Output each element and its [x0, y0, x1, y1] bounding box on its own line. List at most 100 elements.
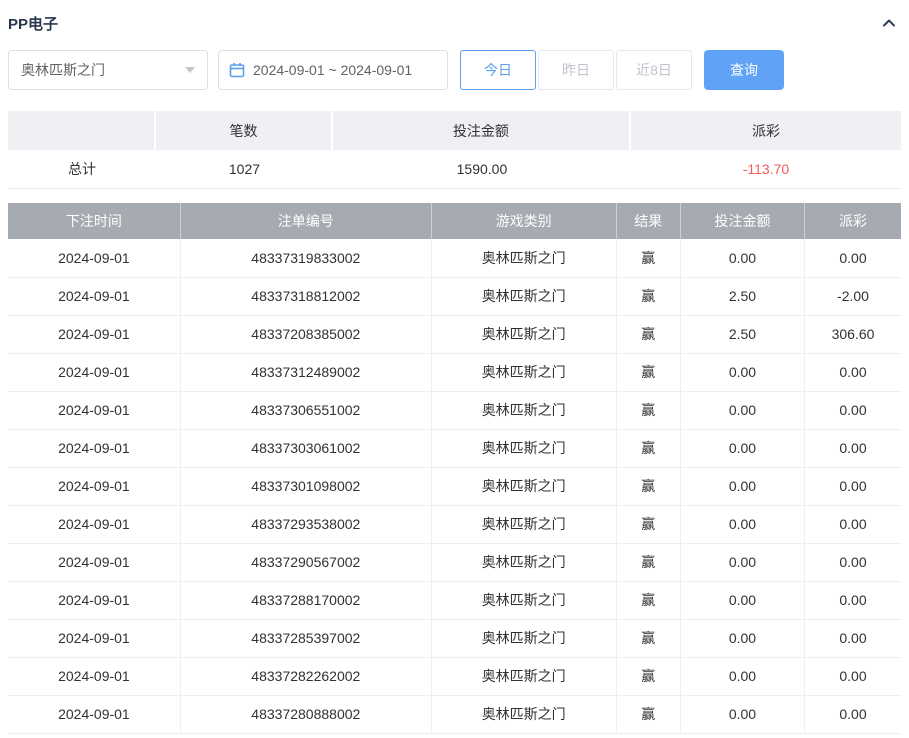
filter-bar: 奥林匹斯之门 2024-09-01 ~ 2024-09-01 今日 昨日 近8日…	[8, 50, 901, 90]
table-row: 2024-09-01 48337285397002 奥林匹斯之门赢 0.00 0.00	[8, 619, 901, 658]
table-row: 2024-09-01 48337319833002 奥林匹斯之门赢 0.00 0.00	[8, 239, 901, 278]
table-cell: 奥林匹斯之门	[431, 353, 617, 392]
summary-header-bet-amount: 投注金额	[332, 111, 631, 150]
table-cell: 48337288170002	[180, 581, 432, 620]
last-8-days-button[interactable]: 近8日	[616, 50, 692, 90]
table-cell: 奥林匹斯之门	[431, 315, 617, 354]
header-result: 结果	[616, 203, 681, 239]
summary-header-count: 笔数	[155, 111, 333, 150]
table-row: 2024-09-01 48337288170002 奥林匹斯之门赢 0.00 0.00	[8, 581, 901, 620]
table-cell: 2024-09-01	[8, 315, 181, 354]
table-row: 2024-09-01 48337293538002 奥林匹斯之门赢 0.00 0.00	[8, 505, 901, 544]
table-cell: 0.00	[680, 543, 806, 582]
table-cell: 赢	[616, 505, 681, 544]
table-cell: 0.00	[804, 543, 901, 582]
table-row: 2024-09-01 48337306551002 奥林匹斯之门赢 0.00 0.00	[8, 391, 901, 430]
table-cell: 0.00	[804, 581, 901, 620]
table-cell: 奥林匹斯之门	[431, 505, 617, 544]
table-cell: 奥林匹斯之门	[431, 619, 617, 658]
table-row: 2024-09-01 48337282262002 奥林匹斯之门赢 0.00 0.00	[8, 657, 901, 696]
table-cell: 2024-09-01	[8, 695, 181, 734]
table-cell: 0.00	[804, 467, 901, 506]
table-cell: 2.50	[680, 315, 806, 354]
table-cell: 赢	[616, 315, 681, 354]
table-row: 2024-09-01 48337208385002 奥林匹斯之门赢 2.50 306.6…	[8, 315, 901, 354]
table-cell: 赢	[616, 239, 681, 278]
table-cell: 赢	[616, 657, 681, 696]
table-cell: 48337312489002	[180, 353, 432, 392]
game-select-value: 奥林匹斯之门	[21, 62, 105, 78]
query-button[interactable]: 查询	[704, 50, 784, 90]
table-cell: 0.00	[804, 505, 901, 544]
table-cell: 奥林匹斯之门	[431, 657, 617, 696]
table-cell: 0.00	[680, 695, 806, 734]
panel-header: PP电子	[8, 0, 901, 46]
table-cell: 0.00	[680, 391, 806, 430]
date-range-value: 2024-09-01 ~ 2024-09-01	[253, 62, 413, 78]
table-cell: 48337208385002	[180, 315, 432, 354]
calendar-icon	[229, 62, 245, 78]
header-bet-time: 下注时间	[8, 203, 181, 239]
pp-electronic-panel: PP电子 奥林匹斯之门 2024-09-01 ~ 2024-09-01 今日 昨…	[0, 0, 909, 738]
yesterday-button[interactable]: 昨日	[538, 50, 614, 90]
table-cell: 赢	[616, 543, 681, 582]
table-cell: 0.00	[680, 429, 806, 468]
summary-header-empty	[8, 111, 156, 150]
table-cell: 0.00	[804, 239, 901, 278]
table-cell: 2024-09-01	[8, 505, 181, 544]
table-cell: 48337285397002	[180, 619, 432, 658]
table-cell: -2.00	[804, 277, 901, 316]
table-cell: 2024-09-01	[8, 581, 181, 620]
summary-count-value: 1027	[155, 150, 333, 189]
table-cell: 2024-09-01	[8, 277, 181, 316]
table-cell: 奥林匹斯之门	[431, 543, 617, 582]
summary-payout-value: -113.70	[630, 150, 901, 189]
table-cell: 2024-09-01	[8, 353, 181, 392]
bet-records-table: 下注时间 注单编号 游戏类别 结果 投注金额 派彩 2024-09-01 4833…	[8, 203, 901, 734]
table-row: 2024-09-01 48337301098002 奥林匹斯之门赢 0.00 0.00	[8, 467, 901, 506]
chevron-down-icon	[185, 67, 195, 73]
header-payout: 派彩	[804, 203, 901, 239]
table-row: 2024-09-01 48337303061002 奥林匹斯之门赢 0.00 0.00	[8, 429, 901, 468]
table-cell: 48337282262002	[180, 657, 432, 696]
table-cell: 0.00	[804, 657, 901, 696]
collapse-chevron-up-icon[interactable]	[877, 11, 901, 35]
table-cell: 奥林匹斯之门	[431, 277, 617, 316]
table-cell: 48337293538002	[180, 505, 432, 544]
table-cell: 48337319833002	[180, 239, 432, 278]
table-cell: 48337290567002	[180, 543, 432, 582]
summary-table: 笔数 投注金额 派彩 总计 1027 1590.00 -113.70	[8, 111, 901, 189]
table-cell: 0.00	[680, 657, 806, 696]
today-button[interactable]: 今日	[460, 50, 536, 90]
table-cell: 0.00	[680, 581, 806, 620]
table-cell: 2024-09-01	[8, 239, 181, 278]
table-cell: 赢	[616, 581, 681, 620]
table-cell: 奥林匹斯之门	[431, 695, 617, 734]
game-select[interactable]: 奥林匹斯之门	[8, 50, 208, 90]
table-row: 2024-09-01 48337318812002 奥林匹斯之门赢 2.50 -2.00	[8, 277, 901, 316]
summary-header-payout: 派彩	[630, 111, 901, 150]
summary-header-row: 笔数 投注金额 派彩	[8, 111, 901, 150]
table-cell: 306.60	[804, 315, 901, 354]
table-cell: 48337318812002	[180, 277, 432, 316]
table-cell: 0.00	[680, 239, 806, 278]
table-cell: 0.00	[804, 391, 901, 430]
table-cell: 赢	[616, 695, 681, 734]
date-range-picker[interactable]: 2024-09-01 ~ 2024-09-01	[218, 50, 448, 90]
table-cell: 0.00	[680, 505, 806, 544]
table-cell: 48337280888002	[180, 695, 432, 734]
table-cell: 0.00	[804, 619, 901, 658]
table-cell: 2024-09-01	[8, 391, 181, 430]
table-cell: 赢	[616, 429, 681, 468]
table-cell: 赢	[616, 353, 681, 392]
table-cell: 奥林匹斯之门	[431, 429, 617, 468]
table-cell: 2024-09-01	[8, 619, 181, 658]
table-row: 2024-09-01 48337312489002 奥林匹斯之门赢 0.00 0.00	[8, 353, 901, 392]
table-cell: 奥林匹斯之门	[431, 581, 617, 620]
quick-range-buttons: 今日 昨日 近8日	[460, 50, 692, 90]
table-cell: 2024-09-01	[8, 467, 181, 506]
table-cell: 2.50	[680, 277, 806, 316]
header-game-category: 游戏类别	[431, 203, 617, 239]
table-header-row: 下注时间 注单编号 游戏类别 结果 投注金额 派彩	[8, 203, 901, 239]
summary-total-label: 总计	[8, 150, 156, 189]
